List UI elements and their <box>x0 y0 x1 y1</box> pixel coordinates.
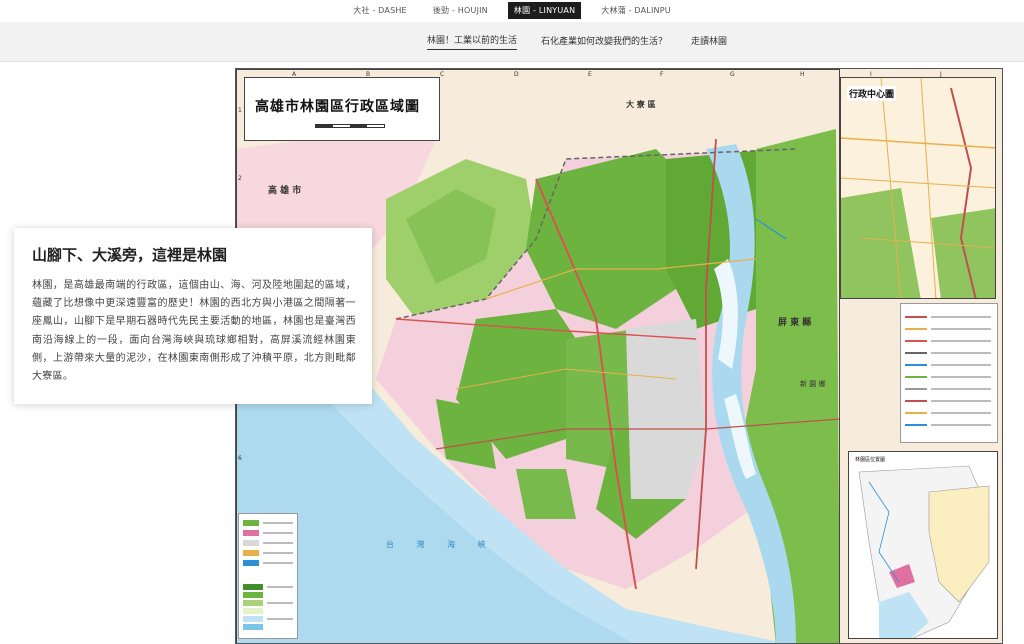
grid-col-label: C <box>440 71 445 78</box>
legend-text <box>931 340 991 342</box>
legend-swatch <box>905 388 927 390</box>
subtab-petrochemical-changes[interactable]: 石化產業如何改變我們的生活？ <box>541 34 667 50</box>
legend-text <box>931 352 991 354</box>
place-daliao: 大 寮 區 <box>626 99 656 109</box>
map-title-box: 高雄市林園區行政區域圖 <box>244 77 440 141</box>
place-taiwan-strait: 台 灣 海 峽 <box>386 540 496 549</box>
grid-col-label: H <box>800 71 805 78</box>
inset-graphic <box>841 78 995 298</box>
grid-row-label: 6 <box>238 455 242 462</box>
intro-card: 山腳下、大溪旁，這裡是林園 林園，是高雄最南端的行政區，這個由山、海、河及陸地圍… <box>14 228 372 404</box>
legend-text <box>931 376 991 378</box>
legend-swatch <box>905 340 927 342</box>
legend-swatch <box>905 424 927 426</box>
legend-swatch <box>905 400 927 402</box>
legend-swatch <box>905 412 927 414</box>
grid-row-label: 1 <box>238 107 242 114</box>
legend-swatch <box>905 376 927 378</box>
admin-center-inset: 行政中心圖 <box>840 77 996 299</box>
grid-row-label: 2 <box>238 175 242 182</box>
location-inset-title: 林園區位置圖 <box>855 457 886 463</box>
legend-text <box>931 412 991 414</box>
intro-body: 林園，是高雄最南端的行政區，這個由山、海、河及陸地圍起的區域，蘊藏了比想像中更深… <box>32 280 356 382</box>
legend-text <box>931 424 991 426</box>
map-legend <box>900 303 998 443</box>
grid-col-label: F <box>660 71 664 78</box>
legend-text <box>931 328 991 330</box>
grid-col-label: E <box>588 71 592 78</box>
legend-swatch <box>905 328 927 330</box>
subtab-life-before-industry[interactable]: 林園！工業以前的生活 <box>426 33 517 50</box>
sub-nav: 林園！工業以前的生活 石化產業如何改變我們的生活？ 走讀林園 <box>0 22 1024 62</box>
tab-linyuan[interactable]: 林園 - LINYUAN <box>507 1 582 19</box>
legend-text <box>931 316 991 318</box>
legend-swatch <box>905 352 927 354</box>
elevation-legend <box>238 513 298 639</box>
grid-col-label: D <box>514 71 519 78</box>
intro-heading: 山腳下、大溪旁，這裡是林園 <box>32 246 228 264</box>
map-scale-bar <box>315 124 385 128</box>
grid-col-label: G <box>730 71 735 78</box>
legend-swatch <box>905 316 927 318</box>
legend-swatch <box>905 364 927 366</box>
legend-text <box>931 400 991 402</box>
legend-text <box>931 364 991 366</box>
place-kaohsiung: 高 雄 市 <box>268 186 302 196</box>
tab-dashe[interactable]: 大社 - DASHE <box>347 2 413 19</box>
tab-dalinpu[interactable]: 大林蒲 - DALINPU <box>595 2 677 19</box>
admin-center-inset-title: 行政中心圖 <box>847 86 897 101</box>
location-graphic <box>849 452 997 638</box>
map-title: 高雄市林園區行政區域圖 <box>255 99 420 115</box>
place-xinyuan: 新 園 鄉 <box>800 380 826 388</box>
place-pingtung: 屏 東 縣 <box>778 318 812 328</box>
elevation-legend-graphic <box>243 520 293 630</box>
legend-text <box>931 388 991 390</box>
subtab-walk-linyuan[interactable]: 走讀林園 <box>691 34 727 50</box>
tab-houjin[interactable]: 後勁 - HOUJIN <box>427 2 494 19</box>
location-inset: 林園區位置圖 <box>848 451 998 639</box>
top-nav: 大社 - DASHE 後勁 - HOUJIN 林園 - LINYUAN 大林蒲 … <box>0 0 1024 20</box>
